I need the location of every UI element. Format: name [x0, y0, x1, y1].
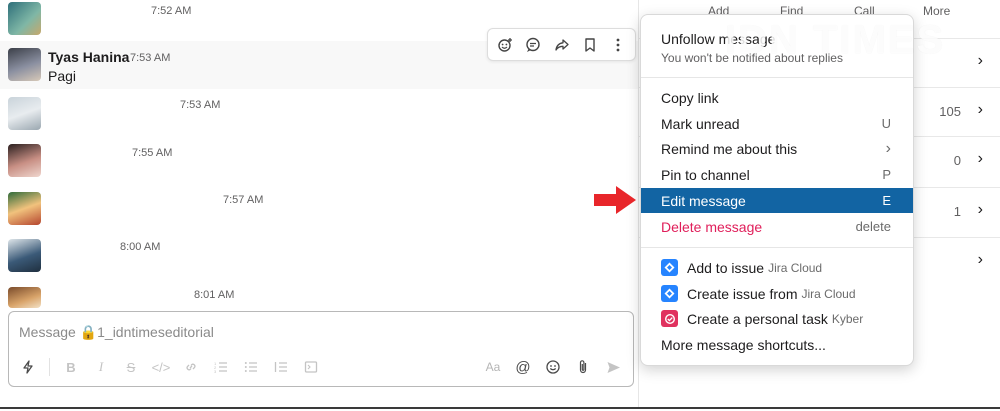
menu-item-label: Delete message [661, 218, 763, 235]
red-arrow-icon [594, 186, 636, 214]
row-count: 105 [939, 104, 961, 119]
message-time[interactable]: 7:53 AM [180, 99, 220, 111]
send-icon[interactable] [601, 354, 625, 380]
sender-name[interactable]: Tyas Hanina [48, 49, 129, 65]
message-time[interactable]: 7:53 AM [130, 52, 170, 64]
menu-item-label: Edit message [661, 192, 746, 209]
menu-item-label: Create a personal task [687, 310, 828, 327]
code-icon[interactable]: </> [148, 354, 174, 380]
composer-actions: Aa @ [481, 354, 625, 380]
chevron-right-icon: › [885, 139, 891, 157]
add-reaction-icon[interactable] [492, 32, 518, 58]
mark-unread-item[interactable]: Mark unread U [641, 111, 913, 136]
avatar[interactable] [8, 97, 41, 130]
menu-item-label: Pin to channel [661, 166, 750, 183]
copy-link-item[interactable]: Copy link [641, 85, 913, 110]
slack-window: 7:52 AM Tyas Hanina 7:53 AM Pagi 7:53 AM… [0, 0, 1000, 411]
bulleted-list-icon[interactable] [238, 354, 264, 380]
menu-item-shortcut: P [882, 167, 891, 182]
message-text: Pagi [48, 68, 77, 84]
message-time[interactable]: 7:55 AM [132, 147, 172, 159]
avatar[interactable] [8, 239, 41, 272]
tab-more[interactable]: More [923, 4, 950, 18]
message-actions-toolbar [487, 28, 636, 61]
jira-icon [661, 285, 678, 302]
app-source-label: Jira Cloud [801, 286, 856, 301]
message-time[interactable]: 7:52 AM [151, 5, 191, 17]
message-time[interactable]: 8:01 AM [194, 289, 234, 301]
app-source-label: Kyber [831, 311, 864, 326]
bottom-divider [0, 407, 1000, 409]
message-input[interactable] [19, 322, 579, 342]
message-time[interactable]: 8:00 AM [120, 241, 160, 253]
message-time[interactable]: 7:57 AM [223, 194, 263, 206]
menu-item-label: Copy link [661, 89, 719, 106]
message-context-menu: Unfollow message You won't be notified a… [640, 14, 914, 366]
text-format-aa-icon[interactable]: Aa [481, 354, 505, 380]
svg-text:3: 3 [214, 369, 217, 374]
avatar[interactable] [8, 287, 41, 308]
menu-item-label: Remind me about this [661, 140, 798, 157]
kyber-icon [661, 310, 678, 327]
formatting-toolbar: B I S </> 123 [15, 354, 324, 380]
strikethrough-icon[interactable]: S [118, 354, 144, 380]
menu-item-label: Add to issue [687, 259, 765, 276]
chevron-right-icon: › [977, 150, 983, 167]
message-row[interactable]: 8:00 AM [0, 233, 640, 281]
chevron-right-icon: › [977, 52, 983, 69]
add-to-issue-item[interactable]: Add to issue Jira Cloud [641, 255, 913, 280]
mention-icon[interactable]: @ [511, 354, 535, 380]
create-issue-item[interactable]: Create issue from Jira Cloud [641, 281, 913, 306]
avatar[interactable] [8, 48, 41, 81]
chevron-right-icon: › [977, 251, 983, 268]
shortcuts-lightning-icon[interactable] [15, 354, 41, 380]
avatar[interactable] [8, 2, 41, 35]
message-row[interactable]: 8:01 AM [0, 282, 640, 308]
menu-item-label: Create issue from [687, 285, 798, 302]
avatar[interactable] [8, 192, 41, 225]
chevron-right-icon: › [977, 101, 983, 118]
jira-icon [661, 259, 678, 276]
menu-divider [641, 247, 913, 248]
menu-item-shortcut: U [881, 116, 891, 131]
avatar[interactable] [8, 144, 41, 177]
message-composer: B I S </> 123 Aa @ [8, 311, 634, 387]
remind-me-item[interactable]: Remind me about this › [641, 136, 913, 161]
menu-divider [641, 77, 913, 78]
menu-item-shortcut: E [882, 193, 891, 208]
code-block-icon[interactable] [298, 354, 324, 380]
italic-icon[interactable]: I [88, 354, 114, 380]
bold-icon[interactable]: B [58, 354, 84, 380]
watermark-logo: IDN TIMES [725, 18, 946, 62]
more-shortcuts-item[interactable]: More message shortcuts... [641, 332, 913, 357]
more-actions-icon[interactable] [605, 32, 631, 58]
attachment-icon[interactable] [571, 354, 595, 380]
pin-to-channel-item[interactable]: Pin to channel P [641, 162, 913, 187]
message-row[interactable]: 7:57 AM [0, 186, 640, 232]
edit-message-item[interactable]: Edit message E [641, 188, 913, 213]
save-bookmark-icon[interactable] [577, 32, 603, 58]
link-icon[interactable] [178, 354, 204, 380]
row-count: 0 [953, 153, 961, 168]
emoji-icon[interactable] [541, 354, 565, 380]
menu-item-label: Mark unread [661, 115, 740, 132]
menu-item-label: More message shortcuts... [661, 336, 826, 353]
blockquote-icon[interactable] [268, 354, 294, 380]
row-count: 1 [953, 204, 961, 219]
create-personal-task-item[interactable]: Create a personal task Kyber [641, 306, 913, 331]
delete-message-item[interactable]: Delete message delete [641, 214, 913, 239]
message-row[interactable]: 7:55 AM [0, 137, 640, 185]
message-row[interactable]: 7:53 AM [0, 90, 640, 136]
chevron-right-icon: › [977, 201, 983, 218]
toolbar-divider [49, 358, 50, 376]
reply-in-thread-icon[interactable] [520, 32, 546, 58]
share-message-icon[interactable] [548, 32, 574, 58]
menu-item-shortcut: delete [855, 219, 891, 234]
app-source-label: Jira Cloud [768, 260, 823, 275]
ordered-list-icon[interactable]: 123 [208, 354, 234, 380]
